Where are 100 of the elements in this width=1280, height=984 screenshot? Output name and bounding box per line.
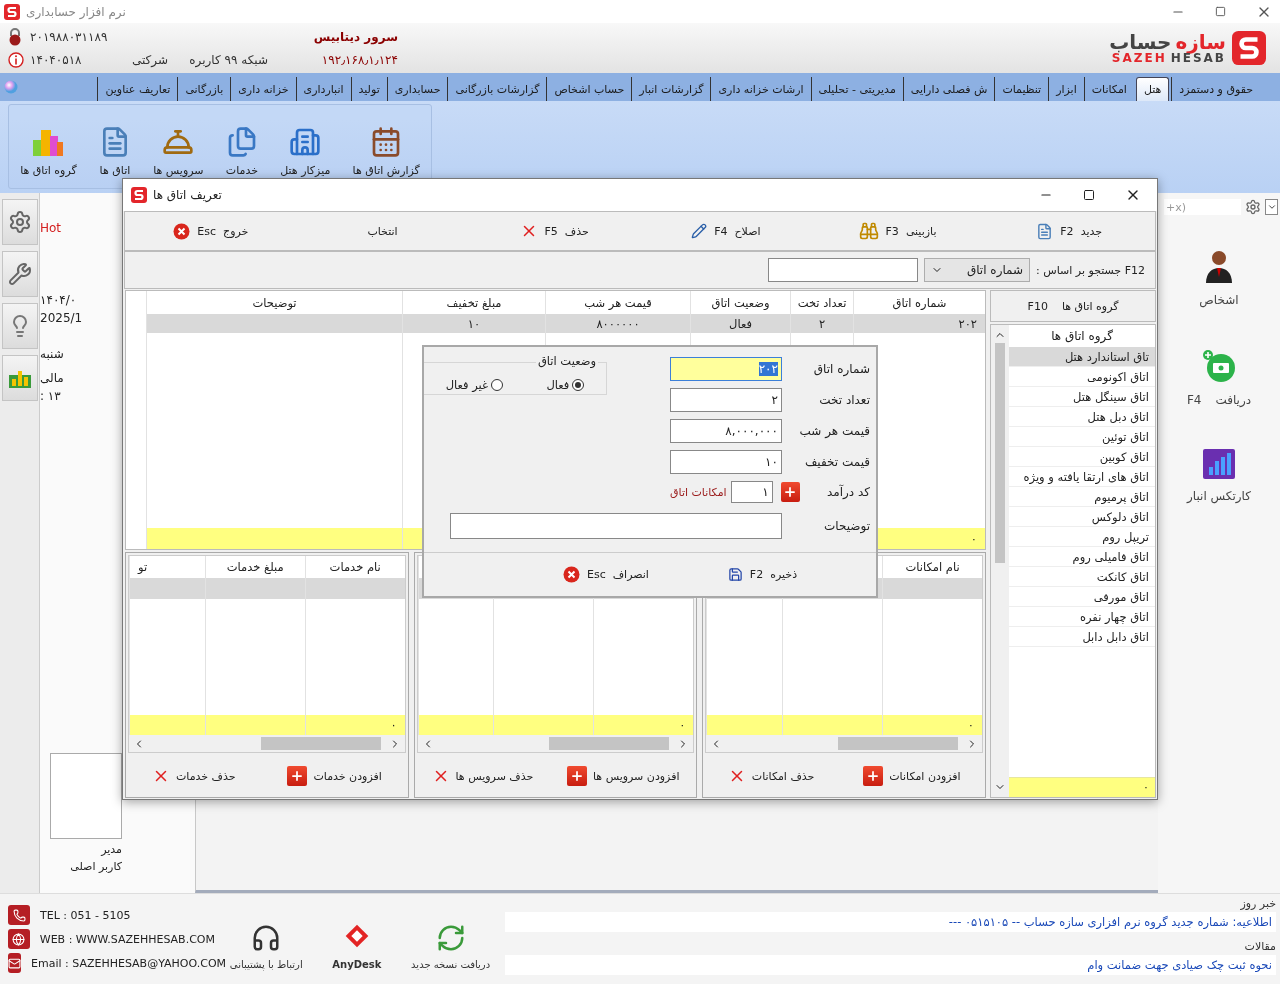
wrench-icon (7, 262, 32, 286)
color-ball-icon (4, 80, 18, 94)
scrollbar-thumb[interactable] (549, 737, 670, 750)
logo-text: حساب (1109, 32, 1172, 52)
input-field[interactable]: ۱ (730, 481, 773, 503)
remove-button[interactable]: حذف سرویس ها (431, 767, 534, 785)
contact-text: WEB : WWW.SAZEHHESAB.COM (39, 932, 215, 946)
shortcut-button[interactable]: اشخاص (1199, 249, 1239, 307)
field-label: قیمت هر شب (798, 424, 870, 438)
scrollbar-thumb[interactable] (838, 737, 958, 750)
scrollbar-thumb[interactable] (260, 737, 381, 750)
info-icon (8, 52, 24, 68)
input-field[interactable]: ۸,۰۰۰,۰۰۰ (670, 419, 782, 443)
group-item[interactable]: اتاق سینگل هتل (1009, 387, 1155, 407)
license-type: شرکتی (131, 53, 168, 67)
amenities-link[interactable]: امکانات اتاق (670, 485, 727, 499)
ribbon-button[interactable]: اتاق ها (95, 124, 134, 179)
field-label: قیمت تخفیف (803, 455, 870, 469)
radio-option[interactable]: فعال (546, 378, 585, 392)
tool-tile[interactable] (1, 303, 38, 349)
plus-icon (863, 766, 884, 786)
exit-icon (173, 222, 191, 240)
plus-icon (287, 766, 308, 786)
serial-number: ۲۰۱۹۸۸۰۳۱۱۸۹ (30, 30, 109, 44)
ribbon-button[interactable]: خدمات (222, 124, 261, 179)
settings-icon[interactable] (1245, 199, 1261, 215)
fiscal-text: مالی (40, 371, 64, 385)
news-title: خبر روز (1239, 897, 1276, 910)
contact-text: Email : SAZEHHESAB@YAHOO.COM (31, 956, 227, 970)
settings-icon (7, 210, 32, 234)
add-button[interactable]: افزودن امکانات (863, 766, 961, 786)
logo-text: سازه (1175, 32, 1226, 52)
toolbar-button[interactable]: انتخاب (296, 224, 469, 238)
news-text[interactable]: اطلاعیه: شماره جدید گروه نرم افزاری سازه حساب -- ۰۵۱۵۱۰۵ --- (505, 912, 1276, 932)
weekday-text: شنبه (40, 347, 64, 361)
shortcut-button[interactable]: کارتکس انبار (1187, 449, 1251, 503)
user-name: کاربر اصلی (70, 860, 122, 873)
add-button[interactable]: افزودن خدمات (287, 766, 382, 786)
field-label: کد درآمد (825, 485, 870, 499)
footer-action[interactable]: ارتباط با پشتیبانی (229, 908, 303, 970)
ribbon-button[interactable]: میزکار هتل (277, 124, 334, 179)
restore-icon[interactable] (1215, 6, 1226, 17)
footer-action[interactable]: AnyDesk (332, 908, 382, 970)
logo-text: HESAB (1170, 52, 1226, 64)
user-role: مدیر (101, 843, 122, 856)
logo-icon (131, 187, 147, 203)
remove-button[interactable]: حذف خدمات (151, 767, 236, 785)
logo-text: SAZEH (1111, 52, 1167, 64)
plus-icon (567, 766, 587, 786)
dialog-title: تعریف اتاق ها (153, 188, 223, 202)
maximize-icon[interactable] (1083, 189, 1095, 201)
radio-option[interactable]: غیر فعال (445, 378, 504, 392)
group-item[interactable]: تاق استاندارد هتل (1009, 347, 1155, 367)
chart-icon (1203, 449, 1235, 479)
date-text: ۱۴۰۴/۰ (40, 293, 77, 307)
add-button[interactable]: افزودن سرویس ها (567, 766, 680, 786)
input-field[interactable] (450, 513, 782, 539)
search-label: F12 جستجو بر اساس : (1036, 263, 1145, 277)
footer-action[interactable]: دریافت نسخه جدید (411, 908, 491, 970)
person-icon (1204, 249, 1234, 283)
input-field[interactable]: ۱۰ (670, 450, 782, 474)
search-input[interactable] (768, 258, 919, 282)
logo-icon (4, 3, 20, 20)
tool-tile[interactable] (1, 199, 38, 245)
list-header: گروه اتاق ها (1050, 328, 1114, 346)
lock-icon (8, 28, 22, 46)
server-ip: ۱۹۲٫۱۶۸٫۱٫۱۲۴ (320, 53, 398, 67)
remove-button[interactable]: حذف امکانات (727, 767, 815, 785)
scrollbar-thumb[interactable] (995, 343, 1005, 563)
tool-tile[interactable] (1, 355, 38, 401)
date-code: ۱۴۰۴۰۵۱۸ (30, 53, 83, 67)
date-text: 2025/1 (40, 311, 83, 325)
ribbon-button[interactable]: گزارش اتاق ها (349, 124, 423, 179)
article-link[interactable]: نحوه ثبت چک صیادی جهت ضمانت وام (505, 955, 1276, 975)
cancel-icon (563, 566, 580, 583)
ribbon-button[interactable]: گروه اتاق ها (17, 124, 80, 179)
input-field[interactable]: ۲۰۲ (670, 357, 782, 381)
license-users: شبکه ۹۹ کاربره (188, 53, 268, 67)
ribbon-button[interactable]: سرویس ها (150, 124, 207, 179)
building-icon (289, 126, 322, 158)
save-icon (727, 567, 743, 582)
search-combobox[interactable]: شماره اتاق (924, 258, 1031, 282)
contact-text: TEL : 051 - 5105 (40, 908, 131, 922)
tool-tile[interactable] (1, 251, 38, 297)
time-text: ۱۳ : (40, 389, 61, 403)
app-title: نرم افزار حسابداری (26, 4, 126, 19)
footer-total: ۰ (1009, 777, 1155, 797)
articles-title: مقالات (1243, 940, 1276, 953)
chevron-down-icon (1266, 202, 1277, 212)
input-field[interactable]: ۲ (670, 388, 782, 412)
logo-icon (1232, 31, 1266, 65)
table-row[interactable]: ۲۰۲ ۲ فعال ۸۰۰۰۰۰۰ ۱۰ (146, 314, 985, 333)
dropdown-button[interactable] (1265, 199, 1278, 215)
field-label: تعداد تخت (818, 393, 870, 407)
field-label: شماره اتاق (812, 362, 870, 376)
plus-icon (783, 485, 798, 499)
menu-tab[interactable]: هتل (1135, 77, 1170, 101)
add-button[interactable] (780, 482, 800, 502)
binoculars-icon (858, 221, 879, 241)
server-label: سرور دیتابیس (312, 30, 398, 44)
